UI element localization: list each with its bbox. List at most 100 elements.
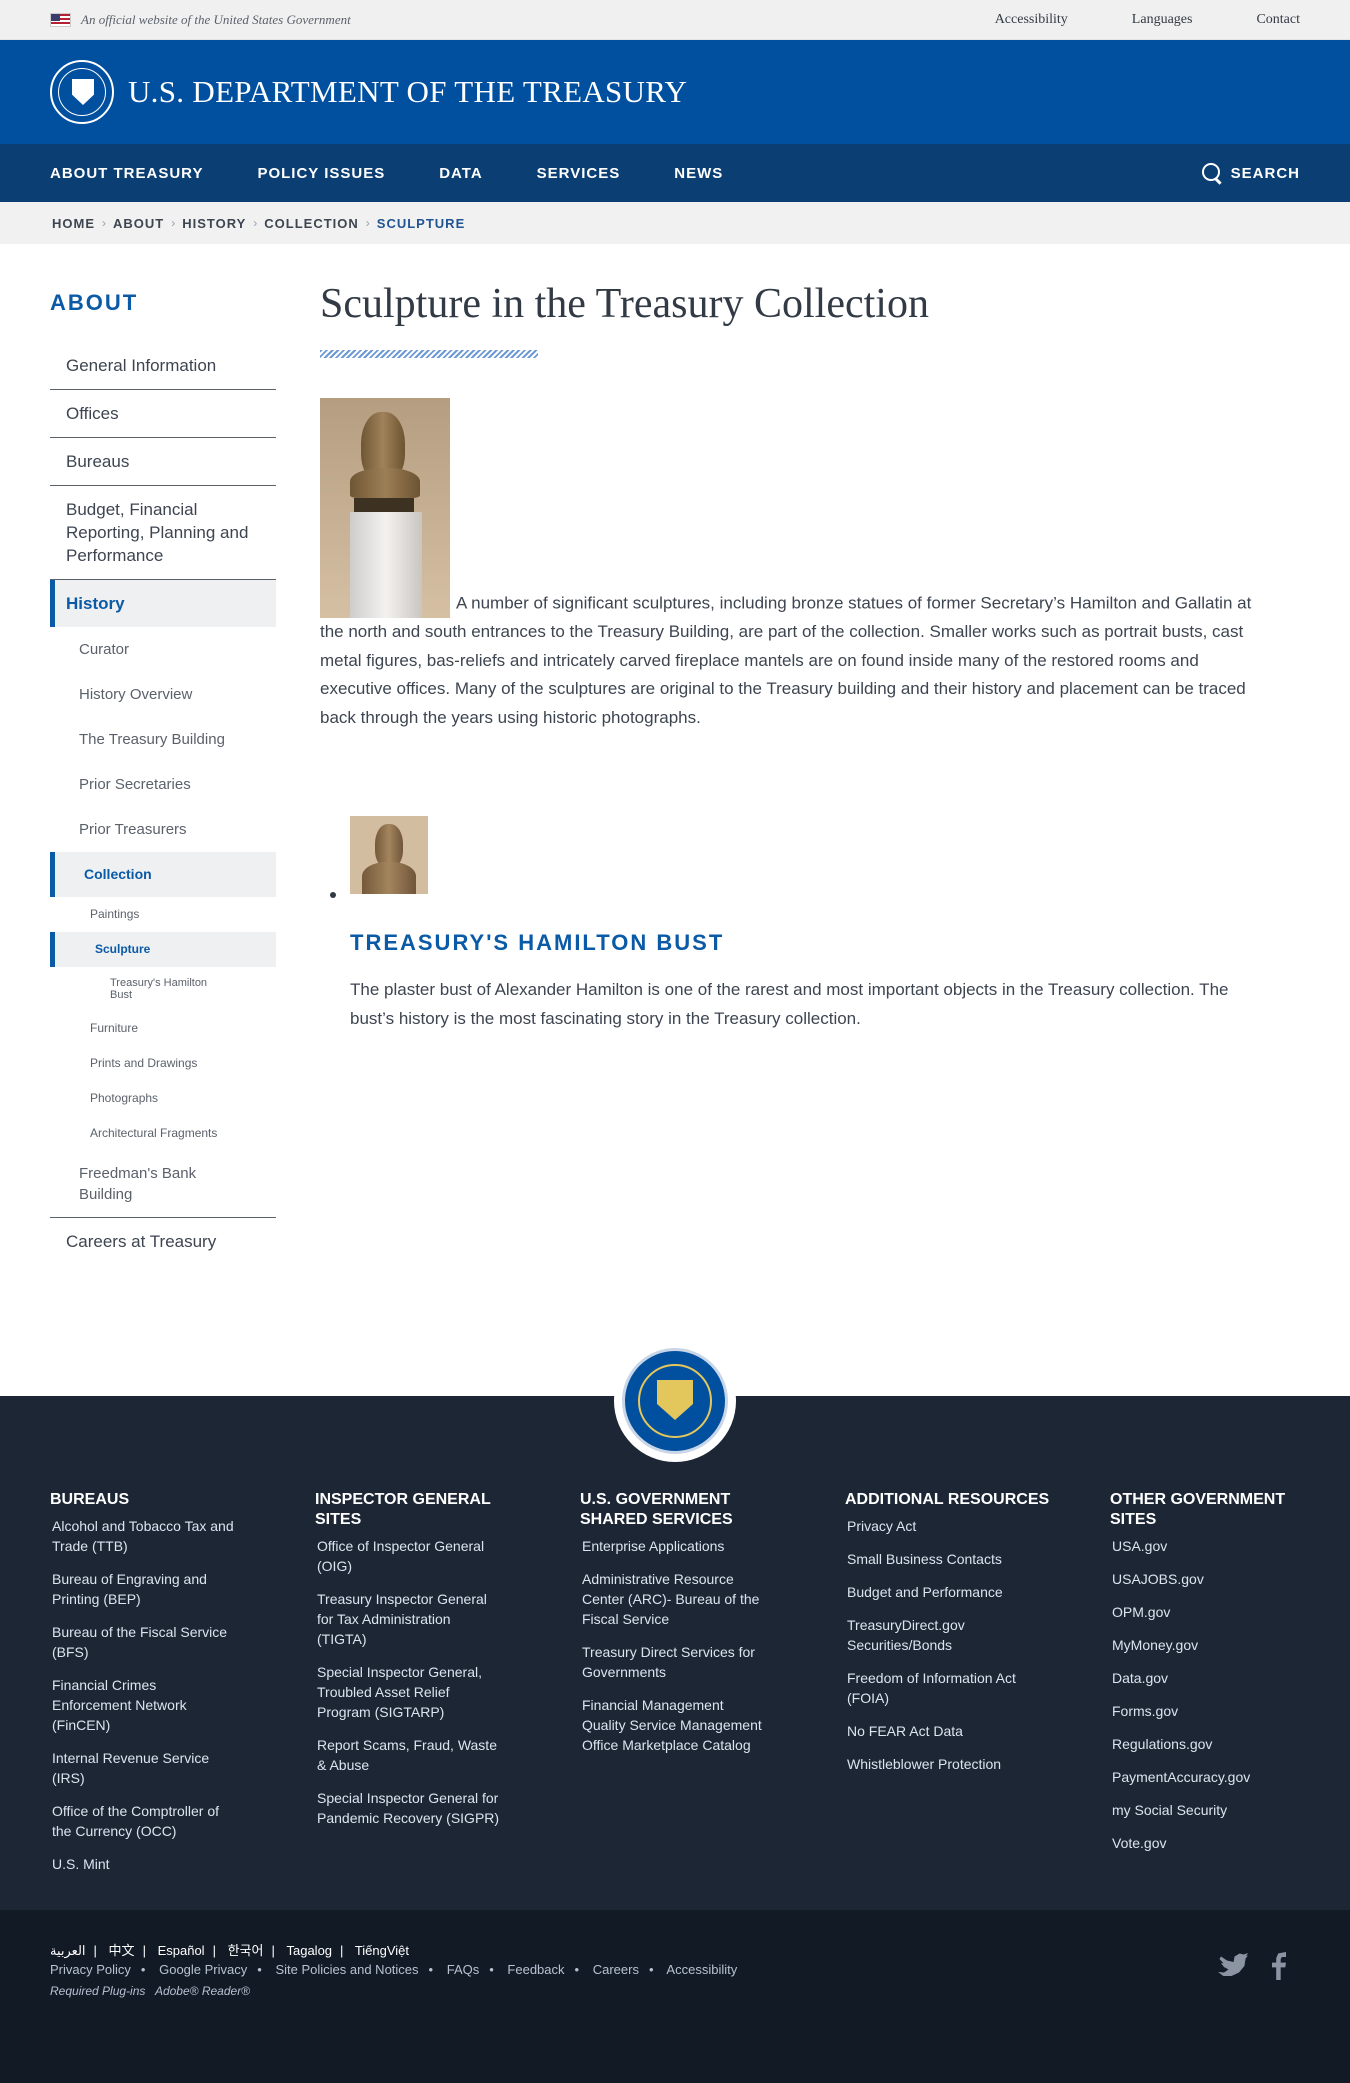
footer-link[interactable]: Financial Management Quality Service Man…: [582, 1695, 767, 1755]
breadcrumb-history[interactable]: HISTORY: [182, 216, 246, 231]
footer-link[interactable]: No FEAR Act Data: [847, 1721, 1032, 1741]
languages-link[interactable]: Languages: [1132, 12, 1193, 28]
footer-link[interactable]: Enterprise Applications: [582, 1536, 767, 1556]
adobe-reader-link[interactable]: Adobe® Reader®: [155, 1984, 250, 1998]
footer-link[interactable]: USA.gov: [1112, 1536, 1297, 1556]
footer-link[interactable]: Office of Inspector General (OIG): [317, 1536, 502, 1576]
footer-link[interactable]: Bureau of the Fiscal Service (BFS): [52, 1622, 237, 1662]
breadcrumb: HOME › ABOUT › HISTORY › COLLECTION › SC…: [0, 202, 1350, 244]
nav-about-treasury[interactable]: ABOUT TREASURY: [50, 165, 203, 182]
footer-link[interactable]: Internal Revenue Service (IRS): [52, 1748, 237, 1788]
sidebar-item-bureaus[interactable]: Bureaus: [50, 438, 276, 486]
footer-link[interactable]: MyMoney.gov: [1112, 1635, 1297, 1655]
search-label: SEARCH: [1230, 164, 1300, 182]
footer-link[interactable]: Alcohol and Tobacco Tax and Trade (TTB): [52, 1516, 237, 1556]
footer-link[interactable]: Whistleblower Protection: [847, 1754, 1032, 1774]
careers-link[interactable]: Careers: [593, 1962, 639, 1977]
nav-services[interactable]: SERVICES: [537, 165, 621, 182]
site-policies-link[interactable]: Site Policies and Notices: [275, 1962, 418, 1977]
sidebar-item-history[interactable]: History: [50, 580, 276, 627]
footer-link[interactable]: Office of the Comptroller of the Currenc…: [52, 1801, 237, 1841]
site-title[interactable]: U.S. DEPARTMENT OF THE TREASURY: [128, 74, 687, 110]
accessibility-footer-link[interactable]: Accessibility: [666, 1962, 737, 1977]
footer-link[interactable]: Data.gov: [1112, 1668, 1297, 1688]
sidebar-item-general-information[interactable]: General Information: [50, 342, 276, 390]
sidebar-item-hamilton-bust[interactable]: Treasury's Hamilton Bust: [50, 967, 276, 1011]
page-title: Sculpture in the Treasury Collection: [320, 281, 929, 327]
twitter-icon[interactable]: [1218, 1953, 1248, 1976]
google-privacy-link[interactable]: Google Privacy: [159, 1962, 247, 1977]
footer-link[interactable]: my Social Security: [1112, 1800, 1297, 1820]
search-button[interactable]: SEARCH: [1201, 162, 1300, 184]
sidebar-item-prior-treasurers[interactable]: Prior Treasurers: [50, 807, 276, 852]
nav-policy-issues[interactable]: POLICY ISSUES: [257, 165, 385, 182]
footer-link[interactable]: Freedom of Information Act (FOIA): [847, 1668, 1032, 1708]
breadcrumb-collection[interactable]: COLLECTION: [264, 216, 359, 231]
sidebar-item-sculpture[interactable]: Sculpture: [50, 932, 276, 967]
sidebar-item-careers[interactable]: Careers at Treasury: [50, 1218, 276, 1265]
footer-link[interactable]: Budget and Performance: [847, 1582, 1032, 1602]
sidebar-item-history-overview[interactable]: History Overview: [50, 672, 276, 717]
footer-col-inspector-general: INSPECTOR GENERAL SITES Office of Inspec…: [315, 1490, 580, 1887]
sidebar-item-budget[interactable]: Budget, Financial Reporting, Planning an…: [50, 486, 276, 580]
sidebar-item-furniture[interactable]: Furniture: [50, 1011, 276, 1046]
footer-link[interactable]: TreasuryDirect.gov Securities/Bonds: [847, 1615, 1032, 1655]
language-link-vietnamese[interactable]: TiếngViệt: [355, 1943, 409, 1958]
gov-banner-text: An official website of the United States…: [81, 11, 351, 27]
footer-link[interactable]: Regulations.gov: [1112, 1734, 1297, 1754]
sidebar-item-photographs[interactable]: Photographs: [50, 1081, 276, 1116]
language-link-spanish[interactable]: Español: [158, 1943, 205, 1958]
sidebar-item-treasury-building[interactable]: The Treasury Building: [50, 717, 276, 762]
sidebar-item-collection[interactable]: Collection: [50, 852, 276, 897]
accessibility-link[interactable]: Accessibility: [995, 12, 1068, 28]
plugins-row: Required Plug-ins Adobe® Reader®: [50, 1984, 250, 1998]
contact-link[interactable]: Contact: [1256, 12, 1300, 28]
hamilton-bust-title[interactable]: TREASURY'S HAMILTON BUST: [350, 930, 1275, 956]
nav-data[interactable]: DATA: [439, 165, 482, 182]
language-link-chinese[interactable]: 中文: [109, 1943, 135, 1958]
sculpture-bust-image: [320, 398, 450, 618]
footer-link[interactable]: Report Scams, Fraud, Waste & Abuse: [317, 1735, 502, 1775]
language-link-tagalog[interactable]: Tagalog: [286, 1943, 332, 1958]
footer-link[interactable]: Bureau of Engraving and Printing (BEP): [52, 1569, 237, 1609]
site-header: U.S. DEPARTMENT OF THE TREASURY: [0, 40, 1350, 144]
facebook-icon[interactable]: [1272, 1952, 1286, 1980]
footer-link[interactable]: Privacy Act: [847, 1516, 1032, 1536]
sidebar-item-paintings[interactable]: Paintings: [50, 897, 276, 932]
language-link-arabic[interactable]: العربية: [50, 1943, 86, 1958]
footer-heading: BUREAUS: [50, 1491, 130, 1508]
sidebar-item-freedmans-bank[interactable]: Freedman's Bank Building: [50, 1151, 276, 1218]
privacy-policy-link[interactable]: Privacy Policy: [50, 1962, 131, 1977]
footer-link[interactable]: USAJOBS.gov: [1112, 1569, 1297, 1589]
sidebar-nav: ABOUT General Information Offices Bureau…: [50, 290, 276, 1265]
footer-link[interactable]: Special Inspector General, Troubled Asse…: [317, 1662, 502, 1722]
nav-news[interactable]: NEWS: [674, 165, 723, 182]
chevron-right-icon: ›: [102, 216, 106, 230]
sidebar-item-curator[interactable]: Curator: [50, 627, 276, 672]
footer-link[interactable]: Small Business Contacts: [847, 1549, 1032, 1569]
sidebar-item-prior-secretaries[interactable]: Prior Secretaries: [50, 762, 276, 807]
breadcrumb-home[interactable]: HOME: [52, 216, 95, 231]
faqs-link[interactable]: FAQs: [447, 1962, 480, 1977]
footer-link[interactable]: Administrative Resource Center (ARC)- Bu…: [582, 1569, 767, 1629]
sidebar-item-architectural-fragments[interactable]: Architectural Fragments: [50, 1116, 276, 1151]
footer-link[interactable]: U.S. Mint: [52, 1854, 237, 1874]
footer-link[interactable]: Treasury Direct Services for Governments: [582, 1642, 767, 1682]
footer-link[interactable]: Vote.gov: [1112, 1833, 1297, 1853]
footer-link[interactable]: OPM.gov: [1112, 1602, 1297, 1622]
feedback-link[interactable]: Feedback: [507, 1962, 564, 1977]
breadcrumb-about[interactable]: ABOUT: [113, 216, 164, 231]
footer-link[interactable]: Forms.gov: [1112, 1701, 1297, 1721]
hamilton-bust-thumbnail[interactable]: [350, 816, 428, 894]
footer-link[interactable]: PaymentAccuracy.gov: [1112, 1767, 1297, 1787]
main-content: Sculpture in the Treasury Collection A n…: [320, 280, 1275, 1033]
breadcrumb-current: SCULPTURE: [376, 215, 466, 231]
language-link-korean[interactable]: 한국어: [228, 1943, 264, 1958]
footer-link[interactable]: Treasury Inspector General for Tax Admin…: [317, 1589, 502, 1649]
footer-link[interactable]: Financial Crimes Enforcement Network (Fi…: [52, 1675, 237, 1735]
footer-link[interactable]: Special Inspector General for Pandemic R…: [317, 1788, 502, 1828]
treasury-seal-icon[interactable]: [50, 60, 114, 124]
sidebar-item-prints-drawings[interactable]: Prints and Drawings: [50, 1046, 276, 1081]
sidebar-item-offices[interactable]: Offices: [50, 390, 276, 438]
language-links: العربية | 中文 | Español | 한국어 | Tagalog | Tiến…: [50, 1943, 410, 1958]
